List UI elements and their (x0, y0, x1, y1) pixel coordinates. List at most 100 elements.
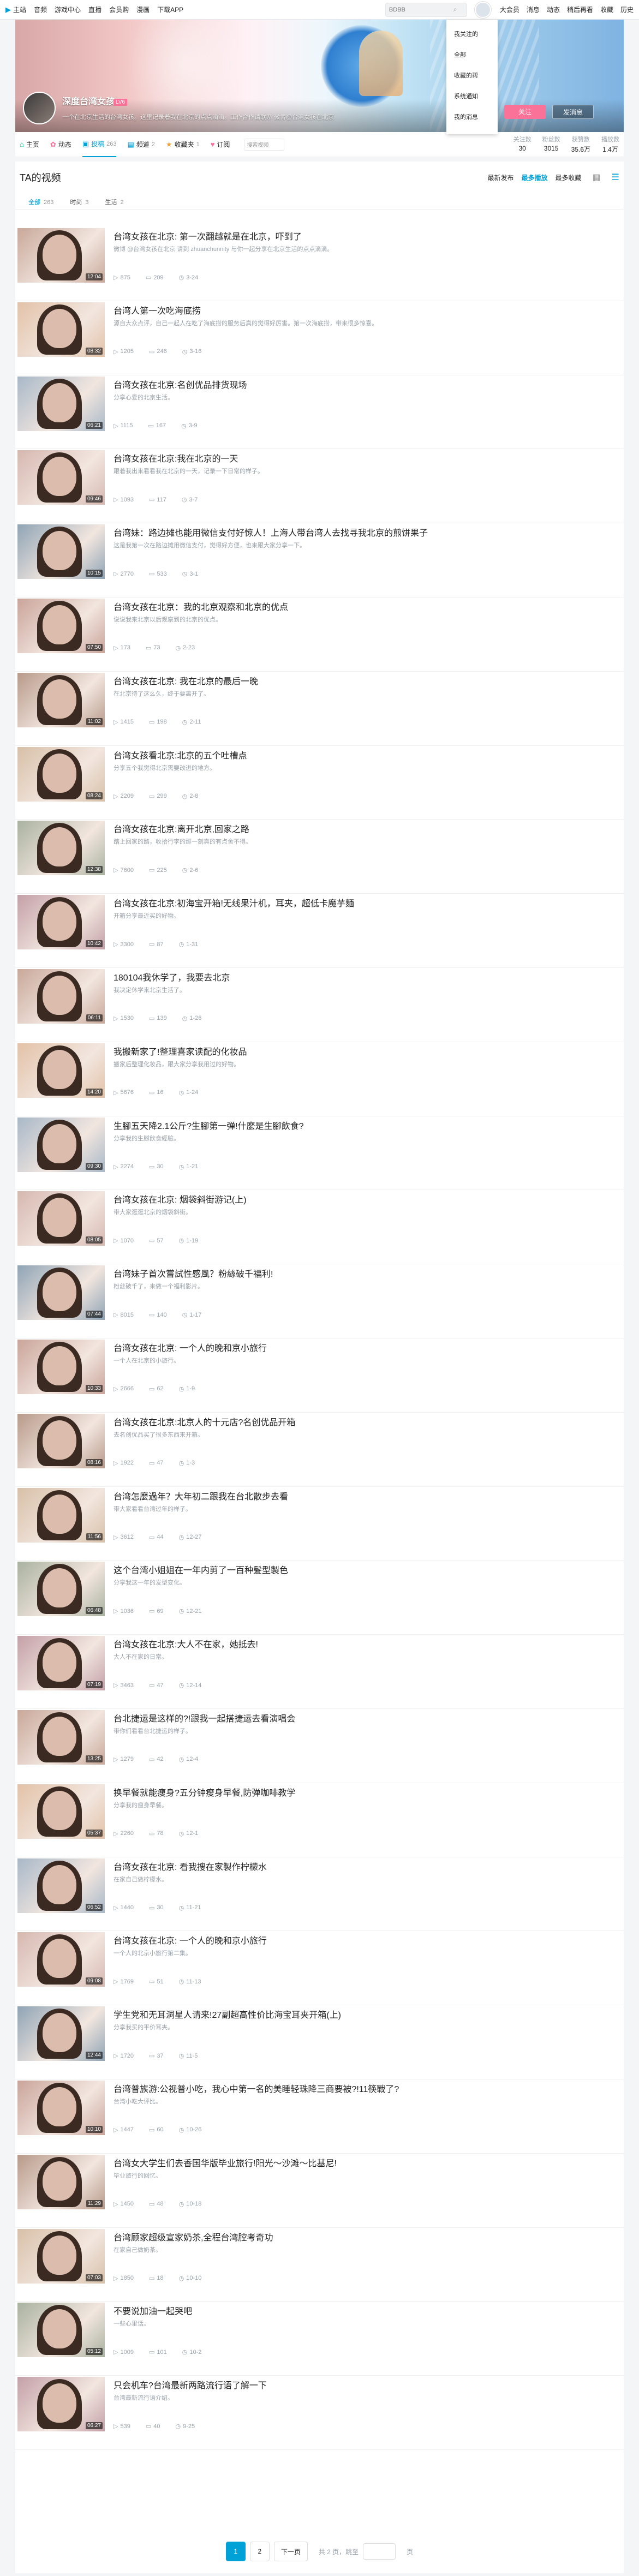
video-thumbnail[interactable]: 07:44 (17, 1265, 105, 1320)
sort-most-played[interactable]: 最多播放 (522, 173, 548, 182)
video-row[interactable]: 11:02 台湾女孩在北京: 我在北京的最后一晚 在北京待了这么久，终于要离开了。 ▷… (15, 672, 624, 746)
video-thumbnail[interactable]: 11:02 (17, 672, 105, 727)
top-link[interactable]: 直播 (88, 5, 101, 14)
tab-home[interactable]: ⌂ 主页 (20, 132, 39, 157)
video-row[interactable]: 06:21 台湾女孩在北京:名创优品排货现场 分享心爱的北京生活。 ▷ 1115 ▭ 167… (15, 375, 624, 450)
video-thumbnail[interactable]: 13:25 (17, 1710, 105, 1765)
video-row[interactable]: 06:48 这个台湾小姐姐在一年内剪了一百种髮型製色 分享我这一年的发型变化。 ▷ 10… (15, 1561, 624, 1635)
tab-dynamic[interactable]: ✿ 动态 (50, 132, 71, 157)
video-thumbnail[interactable]: 10:33 (17, 1339, 105, 1394)
video-title[interactable]: 台北捷运是这样的?!跟我一起搭捷运去看演唱会 (114, 1711, 295, 1724)
list-view-icon[interactable]: ☰ (612, 172, 619, 183)
top-right-link[interactable]: 大会员 (500, 5, 519, 14)
video-thumbnail[interactable]: 06:21 (17, 376, 105, 431)
video-search-input[interactable]: 搜索视频 (244, 138, 285, 151)
video-title[interactable]: 台湾妹子首次嘗試性感風？粉絲破千福利! (114, 1266, 273, 1280)
stat-followers[interactable]: 粉丝数 3015 (542, 135, 560, 154)
video-title[interactable]: 台湾女孩在北京:初海宝开箱!无线果汁机，耳夹，超低卡魔芋麵 (114, 896, 354, 909)
video-title[interactable]: 台湾女孩在北京:我在北京的一天 (114, 451, 238, 464)
top-right-link[interactable]: 历史 (620, 5, 634, 14)
top-link[interactable]: 主站 (13, 5, 26, 14)
video-row[interactable]: 07:03 台湾顾家超级宣家奶茶,全程台湾腔考奇功 在家自己做奶茶。 ▷ 1850 ▭ 18… (15, 2228, 624, 2302)
video-thumbnail[interactable]: 08:05 (17, 1191, 105, 1246)
video-row[interactable]: 08:05 台湾女孩在北京: 烟袋斜街游记(上) 带大家逛逛北京的烟袋斜街。 ▷ 107… (15, 1190, 624, 1265)
dropdown-item[interactable]: 全部 (446, 45, 498, 65)
user-avatar[interactable] (474, 1, 491, 18)
video-title[interactable]: 180104我休学了，我要去北京 (114, 970, 230, 983)
video-row[interactable]: 08:32 台湾人第一次吃海底捞 源自大众点评，自己一起人在吃了海底捞的服务后真的觉… (15, 301, 624, 375)
video-row[interactable]: 09:08 台湾女孩在北京: 一个人的晚和京小旅行 一个人的北京小旅行第二集。 ▷ 17… (15, 1931, 624, 2006)
filter-life[interactable]: 生活 2 (105, 198, 123, 209)
top-search-input[interactable] (389, 6, 453, 13)
top-link[interactable]: 漫画 (136, 5, 150, 14)
video-thumbnail[interactable]: 05:12 (17, 2303, 105, 2358)
top-link[interactable]: 游戏中心 (55, 5, 81, 14)
stat-following[interactable]: 关注数 30 (513, 135, 531, 154)
video-title[interactable]: 这个台湾小姐姐在一年内剪了一百种髮型製色 (114, 1563, 288, 1576)
top-link[interactable]: 音频 (34, 5, 47, 14)
dropdown-item[interactable]: 系统通知 (446, 86, 498, 107)
video-thumbnail[interactable]: 06:27 (17, 2377, 105, 2432)
profile-avatar[interactable] (23, 92, 56, 124)
video-row[interactable]: 10:42 台湾女孩在北京:初海宝开箱!无线果汁机，耳夹，超低卡魔芋麵 开箱分享最近… (15, 894, 624, 968)
video-thumbnail[interactable]: 11:29 (17, 2154, 105, 2209)
grid-view-icon[interactable]: ▦ (593, 172, 601, 183)
video-row[interactable]: 13:25 台北捷运是这样的?!跟我一起搭捷运去看演唱会 带你们看看台北捷运的样子。… (15, 1709, 624, 1783)
video-row[interactable]: 09:30 生腳五天降2.1公斤?生腳第一弹!什麼是生腳飲食? 分享我的生腳飲食經驗… (15, 1116, 624, 1191)
page-button[interactable]: 2 (249, 2542, 270, 2561)
dropdown-item[interactable]: 收藏的帮 (446, 65, 498, 86)
video-thumbnail[interactable]: 09:08 (17, 1932, 105, 1987)
video-thumbnail[interactable]: 10:10 (17, 2080, 105, 2135)
video-thumbnail[interactable]: 10:15 (17, 524, 105, 579)
video-title[interactable]: 台湾女孩在北京: 一个人的晚和京小旅行 (114, 1341, 267, 1354)
video-title[interactable]: 台湾女孩在北京: 烟袋斜街游记(上) (114, 1192, 247, 1205)
next-page-button[interactable]: 下一页 (273, 2542, 308, 2561)
video-title[interactable]: 生腳五天降2.1公斤?生腳第一弹!什麼是生腳飲食? (114, 1119, 304, 1132)
video-thumbnail[interactable]: 11:56 (17, 1487, 105, 1543)
video-row[interactable]: 05:12 不要说加油一起哭吧 一些心里话。 ▷ 1009 ▭ 101 ◷ 10-2 (15, 2302, 624, 2376)
video-title[interactable]: 台湾女孩在北京:名创优品排货现场 (114, 378, 247, 391)
video-title[interactable]: 我搬新家了!整理喜家读配的化妆品 (114, 1044, 247, 1057)
video-title[interactable]: 只会机车?台湾最新两路流行语了解一下 (114, 2378, 267, 2391)
video-title[interactable]: 台湾怎麼過年？大年初二跟我在台北散步去看 (114, 1489, 288, 1502)
video-title[interactable]: 台湾女孩在北京:北京人的十元店?名创优品开箱 (114, 1415, 295, 1428)
tab-subscriptions[interactable]: ♥ 订阅 (211, 132, 230, 157)
video-thumbnail[interactable]: 06:48 (17, 1562, 105, 1617)
search-icon[interactable]: ⌕ (453, 5, 457, 14)
video-row[interactable]: 07:50 台湾女孩在北京：我的北京观察和北京的优点 说说我来北京以后观察到的北京的… (15, 597, 624, 672)
video-thumbnail[interactable]: 07:03 (17, 2228, 105, 2284)
video-row[interactable]: 11:29 台湾女大学生们去香国华版毕业旅行!阳光～沙滩～比基尼! 毕业旅行的回忆。… (15, 2154, 624, 2228)
follow-button[interactable]: 关注 (504, 105, 546, 119)
filter-all[interactable]: 全部 263 (28, 198, 53, 209)
video-title[interactable]: 台湾女孩在北京: 我在北京的最后一晚 (114, 674, 258, 687)
video-thumbnail[interactable]: 05:37 (17, 1784, 105, 1839)
video-thumbnail[interactable]: 10:42 (17, 895, 105, 950)
video-row[interactable]: 07:44 台湾妹子首次嘗試性感風？粉絲破千福利! 粉丝破千了，来做一个福利影片。 ▷… (15, 1264, 624, 1338)
message-button[interactable]: 发消息 (552, 105, 594, 119)
video-row[interactable]: 11:56 台湾怎麼過年？大年初二跟我在台北散步去看 带大家看看台湾过年的样子。 ▷ 3… (15, 1487, 624, 1561)
video-thumbnail[interactable]: 14:20 (17, 1043, 105, 1098)
video-title[interactable]: 台湾人第一次吃海底捞 (114, 303, 201, 316)
video-title[interactable]: 台湾普族游:公视普小吃，我心中第一名的美睡轻珠降三商要被?!11筷戰了? (114, 2082, 399, 2095)
top-right-link[interactable]: 稍后再看 (567, 5, 593, 14)
page-jump-input[interactable] (363, 2543, 396, 2560)
tab-videos[interactable]: ▣ 投稿 263 (82, 132, 117, 157)
video-row[interactable]: 08:16 台湾女孩在北京:北京人的十元店?名创优品开箱 去名创优品买了很多东西来开… (15, 1413, 624, 1487)
top-right-link[interactable]: 消息 (527, 5, 540, 14)
video-row[interactable]: 12:44 学生党和无耳洞星人请来!27副超高性价比海宝耳夹开箱(上) 分享我买的平… (15, 2005, 624, 2079)
video-title[interactable]: 台湾顾家超级宣家奶茶,全程台湾腔考奇功 (114, 2230, 273, 2243)
video-row[interactable]: 10:33 台湾女孩在北京: 一个人的晚和京小旅行 一个人在北京的小旅行。 ▷ 2666… (15, 1338, 624, 1413)
top-link[interactable]: 会员购 (109, 5, 129, 14)
video-row[interactable]: 09:46 台湾女孩在北京:我在北京的一天 跟着我出来看看我在北京的一天，记录一下日… (15, 449, 624, 524)
bilibili-logo-icon[interactable]: ▶ (5, 5, 11, 14)
video-row[interactable]: 10:15 台湾妹：路边摊也能用微信支付好惊人！上海人带台湾人去找寻我北京的煎饼果… (15, 523, 624, 597)
video-title[interactable]: 换早餐就能瘦身?五分钟瘦身早餐,防弹咖啡教学 (114, 1785, 295, 1798)
video-title[interactable]: 台湾女孩在北京:大人不在家，她抵去! (114, 1637, 258, 1650)
video-thumbnail[interactable]: 08:16 (17, 1413, 105, 1468)
sort-most-favorited[interactable]: 最多收藏 (556, 173, 582, 182)
video-row[interactable]: 07:19 台湾女孩在北京:大人不在家，她抵去! 大人不在家的日常。 ▷ 3463 ▭ 47… (15, 1635, 624, 1709)
video-row[interactable]: 12:04 台湾女孩在北京: 第一次翻越就是在北京，吓到了 微博 @台湾女孩在北京 … (15, 227, 624, 301)
filter-fashion[interactable]: 时尚 3 (70, 198, 88, 209)
page-button[interactable]: 1 (225, 2542, 246, 2561)
video-title[interactable]: 台湾女孩在北京:离开北京,回家之路 (114, 822, 249, 835)
